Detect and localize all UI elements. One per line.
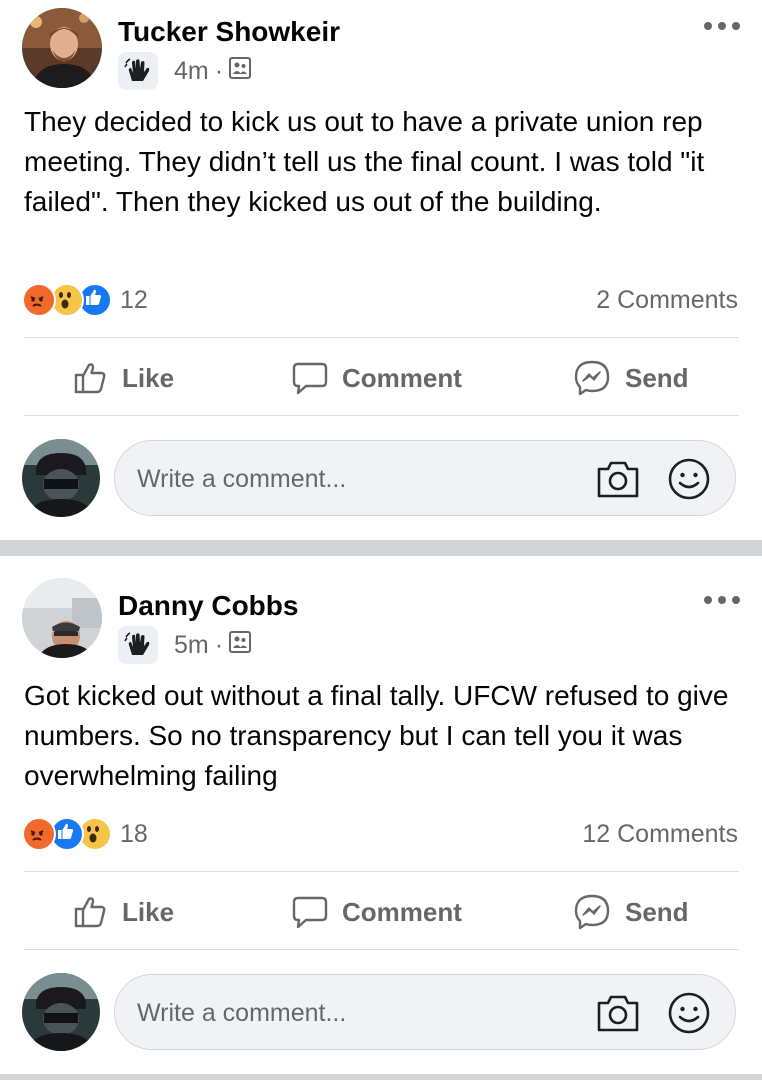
post-meta: 5m · [118,626,252,664]
comment-bubble-icon [292,362,328,395]
post-time[interactable]: 4m [174,57,209,86]
post-time[interactable]: 5m [174,631,209,660]
reaction-summary[interactable]: 18 [22,817,148,851]
comment-button[interactable]: Comment [292,892,462,932]
more-options-button[interactable] [704,595,740,605]
post-separator [0,1074,762,1080]
send-label: Send [625,362,689,393]
post-body: Got kicked out without a final tally. UF… [24,680,729,791]
like-button[interactable]: Like [74,892,174,932]
comment-box[interactable] [114,974,736,1050]
emoji-icon[interactable] [667,457,711,506]
send-button[interactable]: Send [573,892,689,932]
messenger-icon [574,894,610,930]
post-separator [0,540,762,556]
comment-bubble-icon [292,896,328,929]
messenger-icon [574,360,610,396]
post-card: Tucker Showkeir 4m · They decided to kic… [0,0,762,540]
meta-separator: · [214,56,224,85]
camera-icon[interactable] [595,457,641,506]
reaction-summary[interactable]: 12 [22,283,148,317]
like-button[interactable]: Like [74,358,174,398]
camera-icon[interactable] [595,991,641,1040]
send-label: Send [625,896,689,927]
current-user-avatar[interactable] [22,439,100,517]
thumbs-up-icon [74,363,106,394]
author-name[interactable]: Danny Cobbs [118,590,298,622]
current-user-avatar[interactable] [22,973,100,1051]
group-audience-icon [229,56,252,86]
author-avatar[interactable] [22,8,102,88]
comment-label: Comment [342,362,462,393]
comment-label: Comment [342,896,462,927]
divider [24,415,739,416]
like-label: Like [122,362,175,393]
comments-count-link[interactable]: 2 Comments [596,286,738,315]
comment-button[interactable]: Comment [292,358,462,398]
emoji-icon[interactable] [667,991,711,1040]
reaction-count: 12 [120,285,148,314]
waving-hand-icon [118,52,158,90]
divider [24,949,739,950]
reaction-count: 18 [120,819,148,848]
post-meta: 4m · [118,52,252,90]
divider [24,337,739,338]
angry-reaction-icon [22,817,56,851]
post-card: Danny Cobbs 5m · Got kicked out without … [0,556,762,1076]
comment-input[interactable] [137,459,557,499]
more-options-button[interactable] [704,21,740,31]
send-button[interactable]: Send [573,358,689,398]
like-label: Like [122,896,175,927]
thumbs-up-icon [74,897,106,928]
author-name[interactable]: Tucker Showkeir [118,16,340,48]
comment-box[interactable] [114,440,736,516]
divider [24,871,739,872]
angry-reaction-icon [22,283,56,317]
group-audience-icon [229,630,252,660]
comments-count-link[interactable]: 12 Comments [582,820,738,849]
waving-hand-icon [118,626,158,664]
post-body: They decided to kick us out to have a pr… [24,106,705,217]
author-avatar[interactable] [22,578,102,658]
meta-separator: · [214,630,224,659]
comment-input[interactable] [137,993,557,1033]
